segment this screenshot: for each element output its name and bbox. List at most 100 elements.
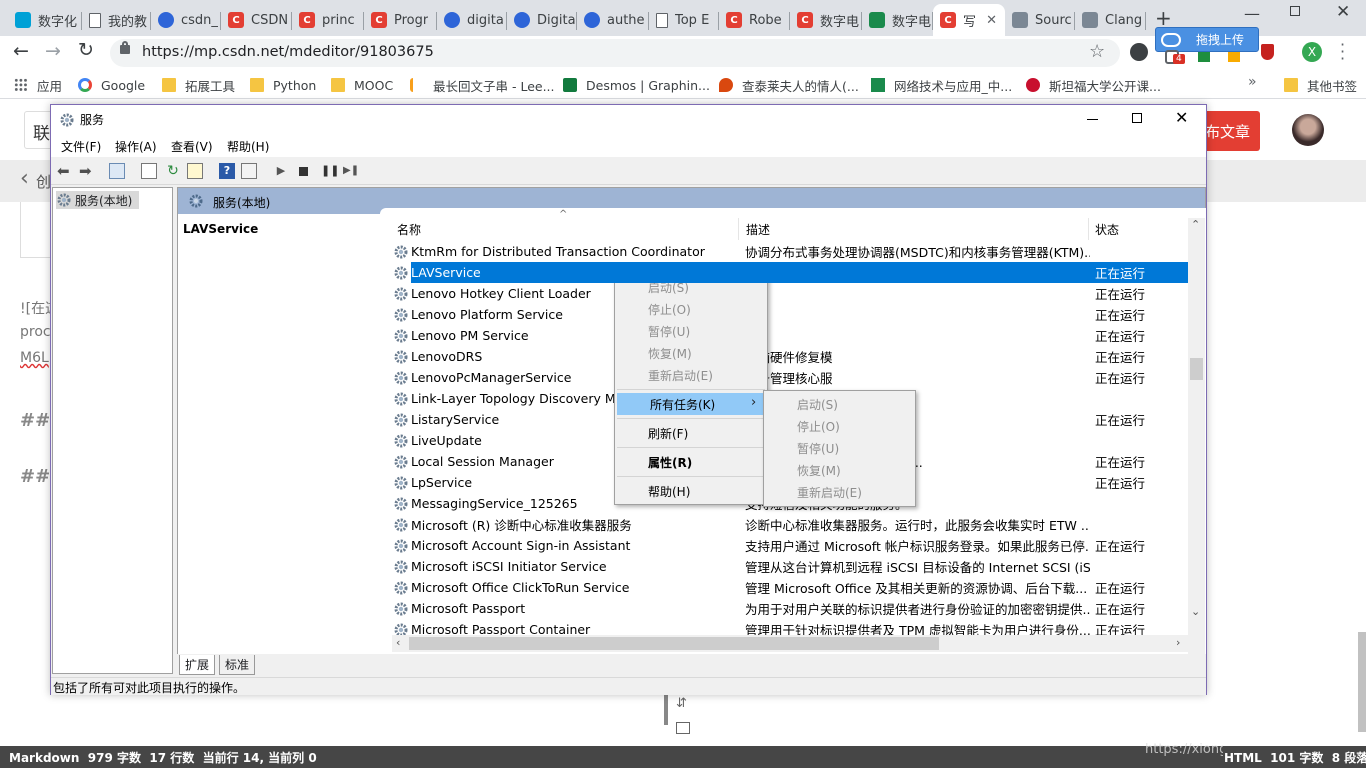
scroll-thumb[interactable] [1190,358,1203,380]
stop-service-icon[interactable] [299,167,308,176]
menu-item-help[interactable]: 帮助(H) [615,480,767,502]
address-bar[interactable]: https://mp.csdn.net/mdeditor/91803675 ☆ [110,39,1120,67]
menu-item-properties[interactable]: 属性(R) [615,451,767,473]
browser-tab[interactable]: 我的教 [82,4,151,36]
bookmark-item[interactable]: MOOC [331,76,393,94]
column-header-name[interactable]: 名称 [397,218,737,240]
scroll-up-arrow[interactable]: ⌃ [1191,218,1200,231]
profile-avatar[interactable]: X [1302,42,1322,62]
bookmark-item[interactable]: 查泰莱夫人的情人(... [719,76,859,94]
menu-view[interactable]: 查看(V) [171,138,213,155]
vertical-scrollbar[interactable]: ⌃ ⌄ [1188,218,1205,658]
page-scrollbar-thumb[interactable] [1358,632,1366,732]
console-tree-icon[interactable] [109,163,125,179]
browser-tab[interactable]: C CSDN [221,4,292,36]
browser-tab[interactable]: C Robe [719,4,790,36]
back-arrow-icon[interactable]: ← [13,40,29,62]
extension-yellow-icon[interactable] [1228,52,1240,62]
service-row[interactable]: LenovoDRS 电脑硬件修复模 正在运行 [393,346,1188,367]
browser-tab[interactable]: Cprinc [292,4,364,36]
service-row[interactable]: LenovoPcManagerService 设备管理核心服 正在运行 [393,367,1188,388]
minimize-button[interactable]: — [1244,4,1260,23]
browser-tab[interactable]: C 数字电 [790,4,862,36]
browser-tab[interactable]: Top E [649,4,719,36]
browser-tab[interactable]: digita [437,4,507,36]
menu-item-stop[interactable]: 停止(O) [615,298,767,320]
service-row[interactable]: Microsoft Passport 为用于对用户关联的标识提供者进行身份验证的加… [393,598,1188,619]
extension-green-icon[interactable] [1198,52,1210,62]
close-button[interactable]: ✕ [1175,108,1188,127]
browser-tab[interactable]: 数字化 [8,4,82,36]
back-chevron-icon[interactable]: ‹ [20,166,29,191]
browser-tab[interactable]: Digita [507,4,577,36]
service-row[interactable]: Lenovo Platform Service 正在运行 [393,304,1188,325]
service-row[interactable]: Lenovo Hotkey Client Loader 正在运行 [393,283,1188,304]
browser-tab[interactable]: 数字电 [862,4,933,36]
bookmark-item[interactable]: Google [78,76,145,94]
browser-tab[interactable]: csdn_ [151,4,221,36]
cloud-upload-button[interactable]: 拖拽上传 [1155,27,1259,52]
properties-icon[interactable] [241,163,257,179]
export-list-icon[interactable] [187,163,203,179]
list-view-icon[interactable] [141,163,157,179]
reload-icon[interactable]: ↻ [78,39,94,61]
bookmark-item[interactable]: Python [250,76,316,94]
column-header-status[interactable]: 状态 [1095,218,1185,240]
menu-item-all-tasks[interactable]: 所有任务(K) [617,393,767,415]
close-window-button[interactable]: ✕ [1336,2,1350,22]
browser-tab[interactable]: Sourc [1005,4,1075,36]
restore-button[interactable] [1290,6,1300,16]
star-bookmark-icon[interactable]: ☆ [1089,41,1105,62]
service-row[interactable]: Microsoft (R) 诊断中心标准收集器服务 诊断中心标准收集器服务。运行时… [393,514,1188,535]
submenu-item-start[interactable]: 启动(S) [764,393,915,415]
bookmark-item[interactable]: 网络技术与应用_中... [871,76,1012,94]
column-header-description[interactable]: 描述 [746,218,1086,240]
shield-icon[interactable] [1261,44,1274,60]
service-row[interactable]: Lenovo PM Service 正在运行 [393,325,1188,346]
menu-item-restart[interactable]: 重新启动(E) [615,364,767,386]
sync-scroll-icon[interactable]: ⇵ [676,696,687,711]
bookmark-item[interactable]: 应用 [14,76,62,94]
restart-service-icon[interactable]: ▶❚ [343,163,359,179]
user-avatar[interactable] [1292,114,1324,146]
forward-arrow-icon[interactable]: ➡ [79,163,95,179]
submenu-item-pause[interactable]: 暂停(U) [764,437,915,459]
scroll-left-arrow[interactable]: ‹ [396,636,400,649]
refresh-icon[interactable]: ↻ [165,163,181,179]
service-row[interactable]: KtmRm for Distributed Transaction Coordi… [393,241,1188,262]
extension-mask-icon[interactable] [1130,43,1148,61]
back-arrow-icon[interactable]: ⬅ [57,163,73,179]
menu-item-pause[interactable]: 暂停(U) [615,320,767,342]
forward-arrow-icon[interactable]: → [45,40,61,62]
close-tab-icon[interactable]: ✕ [986,13,997,28]
horizontal-scrollbar[interactable]: ‹ › [392,635,1190,652]
browser-tab[interactable]: C Progr [364,4,437,36]
scroll-thumb-horizontal[interactable] [409,637,939,650]
scroll-down-arrow[interactable]: ⌄ [1191,605,1200,618]
other-bookmarks[interactable]: 其他书签 [1284,76,1357,94]
tab-extended[interactable]: 扩展 [179,655,216,675]
help-icon[interactable]: ? [219,163,235,179]
pause-service-icon[interactable]: ❚❚ [321,163,339,179]
bookmark-item[interactable]: Desmos | Graphin... [563,76,710,94]
scroll-right-arrow[interactable]: › [1176,636,1180,649]
submenu-item-restart[interactable]: 重新启动(E) [764,481,915,503]
bookmark-item[interactable]: 斯坦福大学公开课... [1026,76,1161,94]
maximize-button[interactable] [1132,113,1142,123]
url-text[interactable]: https://mp.csdn.net/mdeditor/91803675 [142,44,434,60]
service-row[interactable]: Microsoft Account Sign-in Assistant 支持用户通… [393,535,1188,556]
service-row[interactable]: LAVService 正在运行 [393,262,1188,283]
submenu-item-stop[interactable]: 停止(O) [764,415,915,437]
start-service-icon[interactable]: ▶ [273,163,289,179]
menu-item-resume[interactable]: 恢复(M) [615,342,767,364]
submenu-item-resume[interactable]: 恢复(M) [764,459,915,481]
service-row[interactable]: Microsoft iSCSI Initiator Service 管理从这台计算… [393,556,1188,577]
menu-help[interactable]: 帮助(H) [227,138,269,155]
service-row[interactable]: Microsoft Office ClickToRun Service 管理 Mi… [393,577,1188,598]
menu-file[interactable]: 文件(F) [61,138,101,155]
browser-tab[interactable]: C 写 ✕ [933,4,1005,36]
menu-action[interactable]: 操作(A) [115,138,157,155]
bookmark-item[interactable]: 最长回文子串 - Lee... [410,76,555,94]
tree-item-services-local[interactable]: 服务(本地) [56,191,139,209]
bookmark-item[interactable]: 拓展工具 [162,76,235,94]
